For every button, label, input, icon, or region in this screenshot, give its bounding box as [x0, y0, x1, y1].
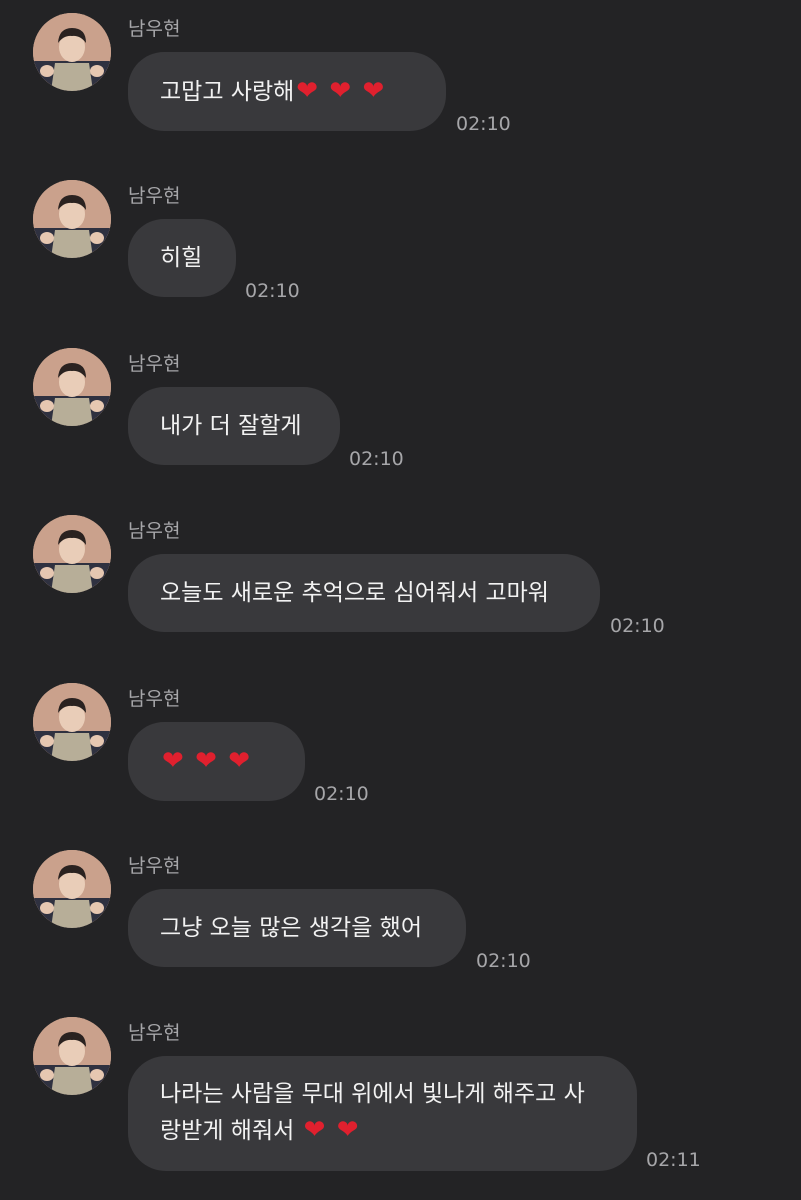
message-text: 내가 더 잘할게: [160, 413, 302, 439]
sender-name: 남우현: [128, 353, 181, 375]
message-time: 02:11: [646, 1149, 701, 1171]
heart-emoji: ❤: [329, 76, 352, 106]
message-bubble[interactable]: 나라는 사람을 무대 위에서 빛나게 해주고 사 랑받게 해줘서 ❤ ❤: [128, 1056, 637, 1171]
heart-emoji: ❤: [296, 76, 319, 106]
heart-emoji: ❤: [303, 1115, 326, 1145]
sender-name: 남우현: [128, 520, 181, 542]
avatar[interactable]: [33, 348, 111, 426]
message-time: 02:10: [245, 280, 300, 302]
message-text: 고맙고 사랑해❤ ❤ ❤: [160, 76, 385, 106]
sender-name: 남우현: [128, 185, 181, 207]
message-bubble[interactable]: 오늘도 새로운 추억으로 심어줘서 고마워: [128, 554, 600, 632]
message-text-line: 랑받게 해줘서 ❤ ❤: [160, 1115, 359, 1145]
message-text: 오늘도 새로운 추억으로 심어줘서 고마워: [160, 580, 549, 606]
sender-name: 남우현: [128, 18, 181, 40]
heart-emoji: ❤: [362, 76, 385, 106]
message-time: 02:10: [610, 615, 665, 637]
message-time: 02:10: [476, 950, 531, 972]
sender-name: 남우현: [128, 855, 181, 877]
avatar[interactable]: [33, 13, 111, 91]
message-text: 그냥 오늘 많은 생각을 했어: [160, 915, 423, 941]
avatar[interactable]: [33, 683, 111, 761]
message-text-line: 나라는 사람을 무대 위에서 빛나게 해주고 사: [160, 1081, 585, 1107]
avatar[interactable]: [33, 850, 111, 928]
avatar[interactable]: [33, 515, 111, 593]
message-time: 02:10: [349, 448, 404, 470]
chat-thread: 남우현 고맙고 사랑해❤ ❤ ❤ 02:10 남우현 히힐 02:10 남우현 …: [0, 0, 801, 1200]
message-text: ❤ ❤ ❤: [160, 746, 252, 776]
message-bubble[interactable]: ❤ ❤ ❤: [128, 722, 305, 801]
heart-emoji: ❤: [228, 746, 251, 776]
heart-emoji: ❤: [195, 746, 217, 776]
heart-emoji: ❤: [336, 1115, 359, 1145]
message-text: 히힐: [160, 245, 203, 271]
message-bubble[interactable]: 그냥 오늘 많은 생각을 했어: [128, 889, 466, 967]
avatar[interactable]: [33, 180, 111, 258]
avatar[interactable]: [33, 1017, 111, 1095]
message-bubble[interactable]: 내가 더 잘할게: [128, 387, 340, 465]
sender-name: 남우현: [128, 1022, 181, 1044]
message-bubble[interactable]: 고맙고 사랑해❤ ❤ ❤: [128, 52, 446, 131]
message-time: 02:10: [314, 783, 369, 805]
sender-name: 남우현: [128, 688, 181, 710]
message-bubble[interactable]: 히힐: [128, 219, 236, 297]
message-time: 02:10: [456, 113, 511, 135]
heart-emoji: ❤: [162, 746, 184, 776]
